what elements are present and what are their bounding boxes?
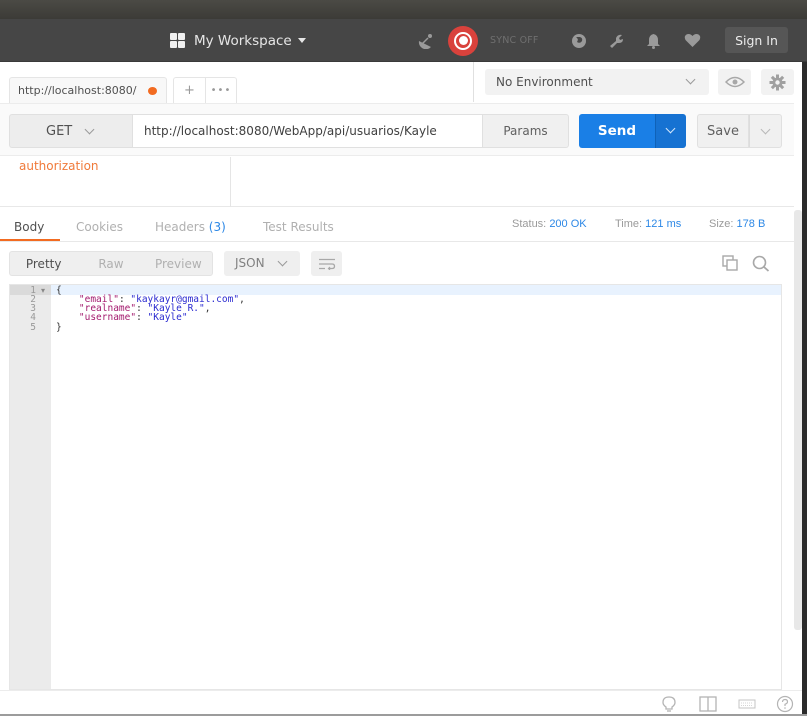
response-tabs: Body Cookies Headers (3) Test Results St… [0, 208, 794, 242]
workspace-switcher[interactable]: My Workspace [170, 19, 306, 62]
bootcamp-button[interactable] [659, 695, 679, 713]
help-icon [776, 695, 794, 713]
heart-icon[interactable] [681, 19, 703, 62]
window-edge [802, 62, 807, 716]
wrap-icon [318, 258, 335, 270]
sync-button[interactable] [447, 19, 479, 62]
tab-body[interactable]: Body [14, 208, 44, 242]
url-input[interactable]: http://localhost:8080/WebApp/api/usuario… [133, 114, 483, 148]
save-options-dropdown[interactable] [749, 114, 782, 148]
request-tab-label: http://localhost:8080/ [18, 84, 137, 97]
search-icon [752, 255, 770, 272]
keyboard-shortcuts-button[interactable] [737, 695, 757, 713]
method-select[interactable]: GET [9, 114, 133, 148]
wrap-lines-button[interactable] [311, 251, 342, 276]
response-size: Size: 178 B [709, 208, 765, 242]
lightbulb-icon [662, 696, 676, 712]
code-line: } [56, 322, 62, 333]
divider [230, 157, 231, 207]
environment-quick-look-button[interactable] [718, 69, 751, 95]
two-pane-view-button[interactable] [698, 695, 718, 713]
sync-icon [448, 25, 478, 56]
response-body-editor[interactable]: 1 ▾ { 2 "email": "kaykayr@gmail.com", 3 … [9, 284, 782, 690]
json-comma: , [204, 303, 211, 314]
app-header: My Workspace SYNC OFF Sign In [0, 19, 807, 62]
size-value: 178 B [736, 218, 766, 230]
time-label: Time: [615, 218, 643, 230]
tab-cookies[interactable]: Cookies [76, 208, 123, 242]
more-tabs-button[interactable]: ••• [205, 78, 236, 103]
chevron-down-icon [277, 256, 288, 267]
fold-arrow-icon[interactable]: ▾ [41, 286, 45, 296]
headers-count-badge: (3) [208, 220, 226, 234]
workspace-label: My Workspace [194, 32, 292, 49]
send-button[interactable]: Send [579, 114, 655, 148]
new-tab-button[interactable]: + [174, 78, 205, 103]
view-preview-button[interactable]: Preview [145, 252, 212, 275]
environment-select[interactable]: No Environment [485, 69, 709, 95]
tab-headers[interactable]: Headers (3) [155, 208, 226, 242]
workspace-grid-icon [170, 33, 185, 48]
view-mode-toggle: Pretty Raw Preview [9, 251, 213, 276]
request-tab[interactable]: http://localhost:8080/ [9, 77, 167, 103]
status-value: 200 OK [549, 218, 587, 230]
divider [473, 62, 474, 102]
eye-icon [724, 76, 745, 88]
chevron-down-icon [760, 124, 771, 135]
json-value: "Kayle" [147, 312, 188, 323]
two-pane-icon [699, 696, 717, 712]
response-time: Time: 121 ms [615, 208, 681, 242]
caret-down-icon [297, 38, 306, 43]
vertical-scrollbar[interactable] [794, 210, 802, 630]
status-label: Status: [512, 218, 547, 230]
json-comma: , [239, 294, 245, 305]
save-button[interactable]: Save [697, 114, 749, 148]
params-button[interactable]: Params [482, 114, 569, 148]
tab-headers-label: Headers [155, 220, 205, 234]
active-tab-indicator [0, 239, 60, 241]
help-button[interactable] [775, 695, 795, 713]
size-label: Size: [709, 218, 734, 230]
json-key: "username" [78, 312, 137, 323]
time-value: 121 ms [645, 218, 682, 230]
chevron-down-icon [665, 123, 676, 134]
sign-in-button[interactable]: Sign In [725, 27, 788, 53]
code-line: "username": "Kayle" [78, 312, 188, 323]
interceptor-icon[interactable] [414, 19, 438, 62]
tab-test-results[interactable]: Test Results [263, 208, 334, 242]
globe-icon[interactable] [569, 19, 589, 62]
line-number-gutter [10, 285, 51, 689]
authorization-link[interactable]: authorization [19, 159, 99, 173]
response-status: Status: 200 OK [512, 208, 587, 242]
format-label: JSON [235, 256, 265, 270]
gear-icon [769, 74, 786, 90]
view-raw-button[interactable]: Raw [77, 252, 144, 275]
wrench-icon[interactable] [606, 19, 628, 62]
line-number: 5 [30, 322, 36, 333]
chevron-down-icon [84, 124, 95, 135]
bell-icon[interactable] [643, 19, 663, 62]
search-button[interactable] [751, 254, 771, 272]
chevron-down-icon [685, 74, 696, 85]
environment-selected-label: No Environment [496, 75, 593, 89]
format-select[interactable]: JSON [224, 251, 300, 276]
request-url-bar: GET http://localhost:8080/WebApp/api/usu… [0, 103, 794, 156]
send-options-dropdown[interactable] [655, 114, 686, 148]
copy-icon [722, 255, 738, 271]
status-bar [0, 690, 802, 716]
manage-environments-button[interactable] [761, 69, 794, 95]
tab-actions: + ••• [173, 77, 237, 103]
sync-status-label: SYNC OFF [490, 35, 539, 46]
unsaved-indicator-icon [148, 87, 157, 95]
request-builder: authorization [0, 157, 794, 207]
method-label: GET [46, 123, 73, 139]
os-title-bar [0, 0, 807, 19]
keyboard-icon [738, 699, 756, 709]
copy-button[interactable] [720, 254, 740, 272]
view-pretty-button[interactable]: Pretty [10, 252, 77, 275]
